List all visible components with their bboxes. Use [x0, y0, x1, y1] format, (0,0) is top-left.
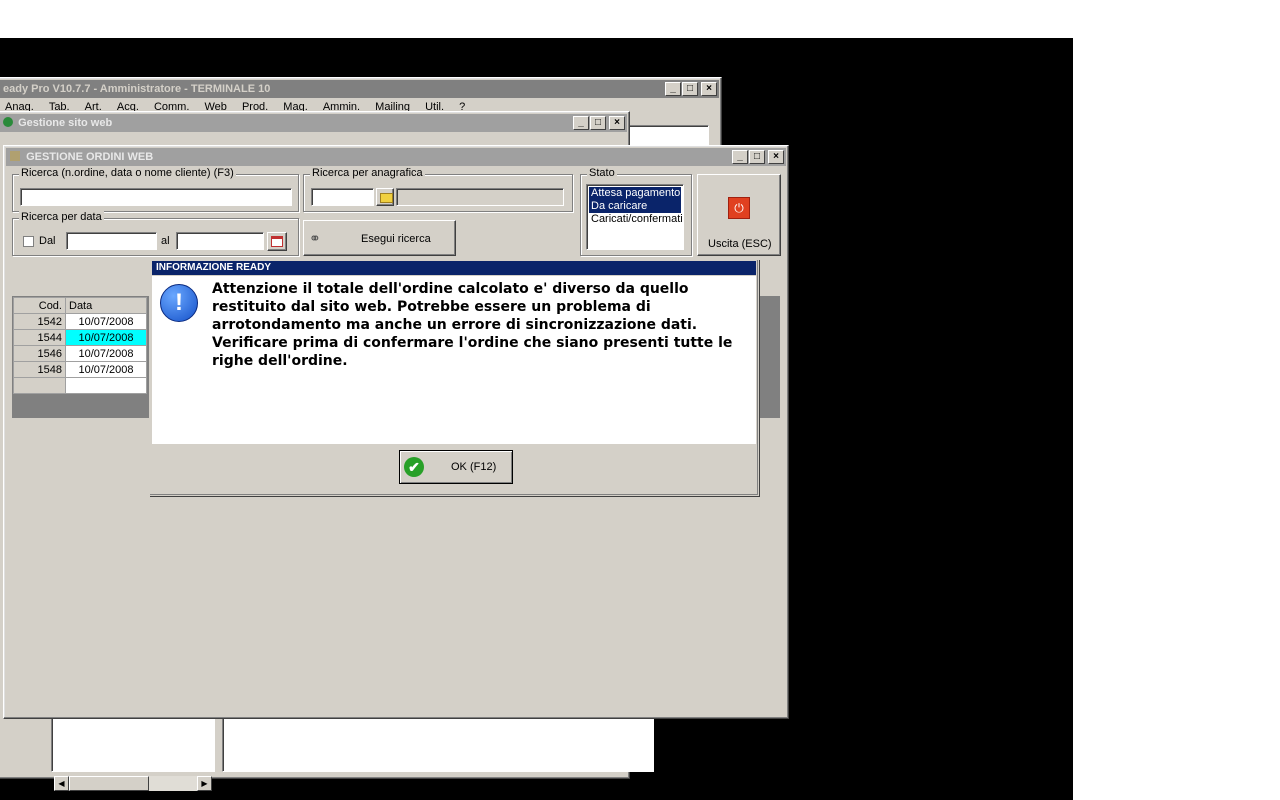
cell-data: 10/07/2008 — [65, 345, 147, 362]
anagrafica-code-input[interactable] — [311, 188, 374, 206]
col-header-data[interactable]: Data — [65, 297, 147, 314]
binoculars-icon: ⚭ — [309, 230, 321, 246]
folder-icon — [380, 193, 393, 203]
minimize-button[interactable]: _ — [665, 82, 681, 96]
table-row[interactable]: 1546 10/07/2008 — [13, 345, 147, 362]
close-button[interactable]: × — [768, 150, 784, 164]
globe-icon — [3, 117, 13, 127]
table-row[interactable]: 1544 10/07/2008 — [13, 329, 147, 346]
check-icon: ✔ — [404, 457, 424, 477]
dialog-title: INFORMAZIONE READY — [156, 262, 271, 273]
exclamation-icon: ! — [160, 284, 198, 322]
sito-window-titlebar: Gestione sito web _ □ × — [0, 114, 627, 132]
stato-item-caricati[interactable]: Caricati/confermati — [589, 213, 683, 226]
search-group: Ricerca (n.ordine, data o nome cliente) … — [12, 167, 299, 212]
stato-group-label: Stato — [587, 167, 617, 179]
desktop-background: eady Pro V10.7.7 - Amministratore - TERM… — [0, 38, 1073, 800]
close-button[interactable]: × — [701, 82, 717, 96]
minimize-button[interactable]: _ — [732, 150, 748, 164]
cell-data-selected: 10/07/2008 — [65, 329, 147, 346]
dialog-message: Attenzione il totale dell'ordine calcola… — [212, 280, 736, 370]
al-label: al — [161, 235, 170, 247]
information-dialog: INFORMAZIONE READY ! Attenzione il total… — [149, 259, 759, 496]
esegui-ricerca-button[interactable]: ⚭ Esegui ricerca — [303, 220, 456, 256]
uscita-label: Uscita (ESC) — [708, 238, 772, 250]
close-button[interactable]: × — [609, 116, 625, 130]
scroll-right-arrow[interactable]: ▶ — [197, 776, 212, 791]
cell-data: 10/07/2008 — [65, 361, 147, 378]
cell-empty — [65, 377, 147, 394]
table-row-empty — [13, 377, 147, 394]
al-date-input[interactable] — [176, 232, 264, 250]
folder-button[interactable] — [376, 188, 394, 206]
wrench-icon — [10, 151, 20, 161]
horizontal-scrollbar[interactable]: ◀ ▶ — [54, 776, 212, 791]
orders-table: Cod. Data 1542 10/07/2008 1544 10/07/200… — [13, 297, 147, 394]
esegui-ricerca-label: Esegui ricerca — [361, 233, 431, 245]
main-side-panel — [627, 125, 709, 145]
maximize-button[interactable]: □ — [590, 116, 606, 130]
cell-cod: 1546 — [13, 345, 66, 362]
dialog-message-line-2: Verificare prima di confermare l'ordine … — [212, 335, 733, 369]
dal-date-input[interactable] — [66, 232, 157, 250]
anagrafica-group-label: Ricerca per anagrafica — [310, 167, 425, 179]
data-group: Ricerca per data Dal al — [12, 211, 299, 256]
power-icon: ⏻ — [728, 197, 750, 219]
main-window-titlebar: eady Pro V10.7.7 - Amministratore - TERM… — [0, 80, 719, 98]
scroll-thumb[interactable] — [69, 776, 149, 791]
stato-item-da-caricare[interactable]: Da caricare — [589, 200, 681, 213]
cell-cod: 1548 — [13, 361, 66, 378]
search-group-label: Ricerca (n.ordine, data o nome cliente) … — [19, 167, 236, 179]
col-header-cod[interactable]: Cod. — [13, 297, 66, 314]
ordini-window-titlebar: GESTIONE ORDINI WEB _ □ × — [6, 148, 786, 166]
scroll-left-arrow[interactable]: ◀ — [54, 776, 69, 791]
dialog-message-line-1: Attenzione il totale dell'ordine calcola… — [212, 281, 698, 333]
dialog-message-area: ! Attenzione il totale dell'ordine calco… — [152, 276, 756, 444]
table-header-row: Cod. Data — [13, 297, 147, 314]
ok-button[interactable]: ✔ OK (F12) — [399, 450, 513, 484]
data-group-label: Ricerca per data — [19, 211, 104, 223]
ok-label: OK (F12) — [451, 461, 497, 473]
sito-window-title: Gestione sito web — [18, 117, 113, 129]
ordini-window-title: GESTIONE ORDINI WEB — [26, 151, 154, 163]
cell-cod: 1542 — [13, 313, 66, 330]
search-input[interactable] — [20, 188, 292, 206]
cell-cod: 1544 — [13, 329, 66, 346]
dal-label: Dal — [39, 235, 56, 247]
maximize-button[interactable]: □ — [682, 82, 698, 96]
calendar-icon — [271, 236, 283, 247]
anagrafica-name-field — [396, 188, 564, 206]
stato-listbox[interactable]: Attesa pagamento Da caricare Caricati/co… — [586, 184, 684, 250]
cell-empty — [13, 377, 66, 394]
main-window-title: eady Pro V10.7.7 - Amministratore - TERM… — [3, 83, 271, 95]
dal-checkbox[interactable] — [23, 236, 34, 247]
minimize-button[interactable]: _ — [573, 116, 589, 130]
table-row[interactable]: 1548 10/07/2008 — [13, 361, 147, 378]
uscita-button[interactable]: ⏻ Uscita (ESC) — [697, 174, 781, 256]
cell-data: 10/07/2008 — [65, 313, 147, 330]
stato-group: Stato Attesa pagamento Da caricare Caric… — [580, 167, 692, 256]
anagrafica-group: Ricerca per anagrafica — [303, 167, 573, 212]
table-row[interactable]: 1542 10/07/2008 — [13, 313, 147, 330]
maximize-button[interactable]: □ — [749, 150, 765, 164]
stato-item-attesa[interactable]: Attesa pagamento — [589, 187, 681, 200]
calendar-button[interactable] — [267, 232, 287, 251]
dialog-titlebar: INFORMAZIONE READY — [152, 261, 756, 275]
